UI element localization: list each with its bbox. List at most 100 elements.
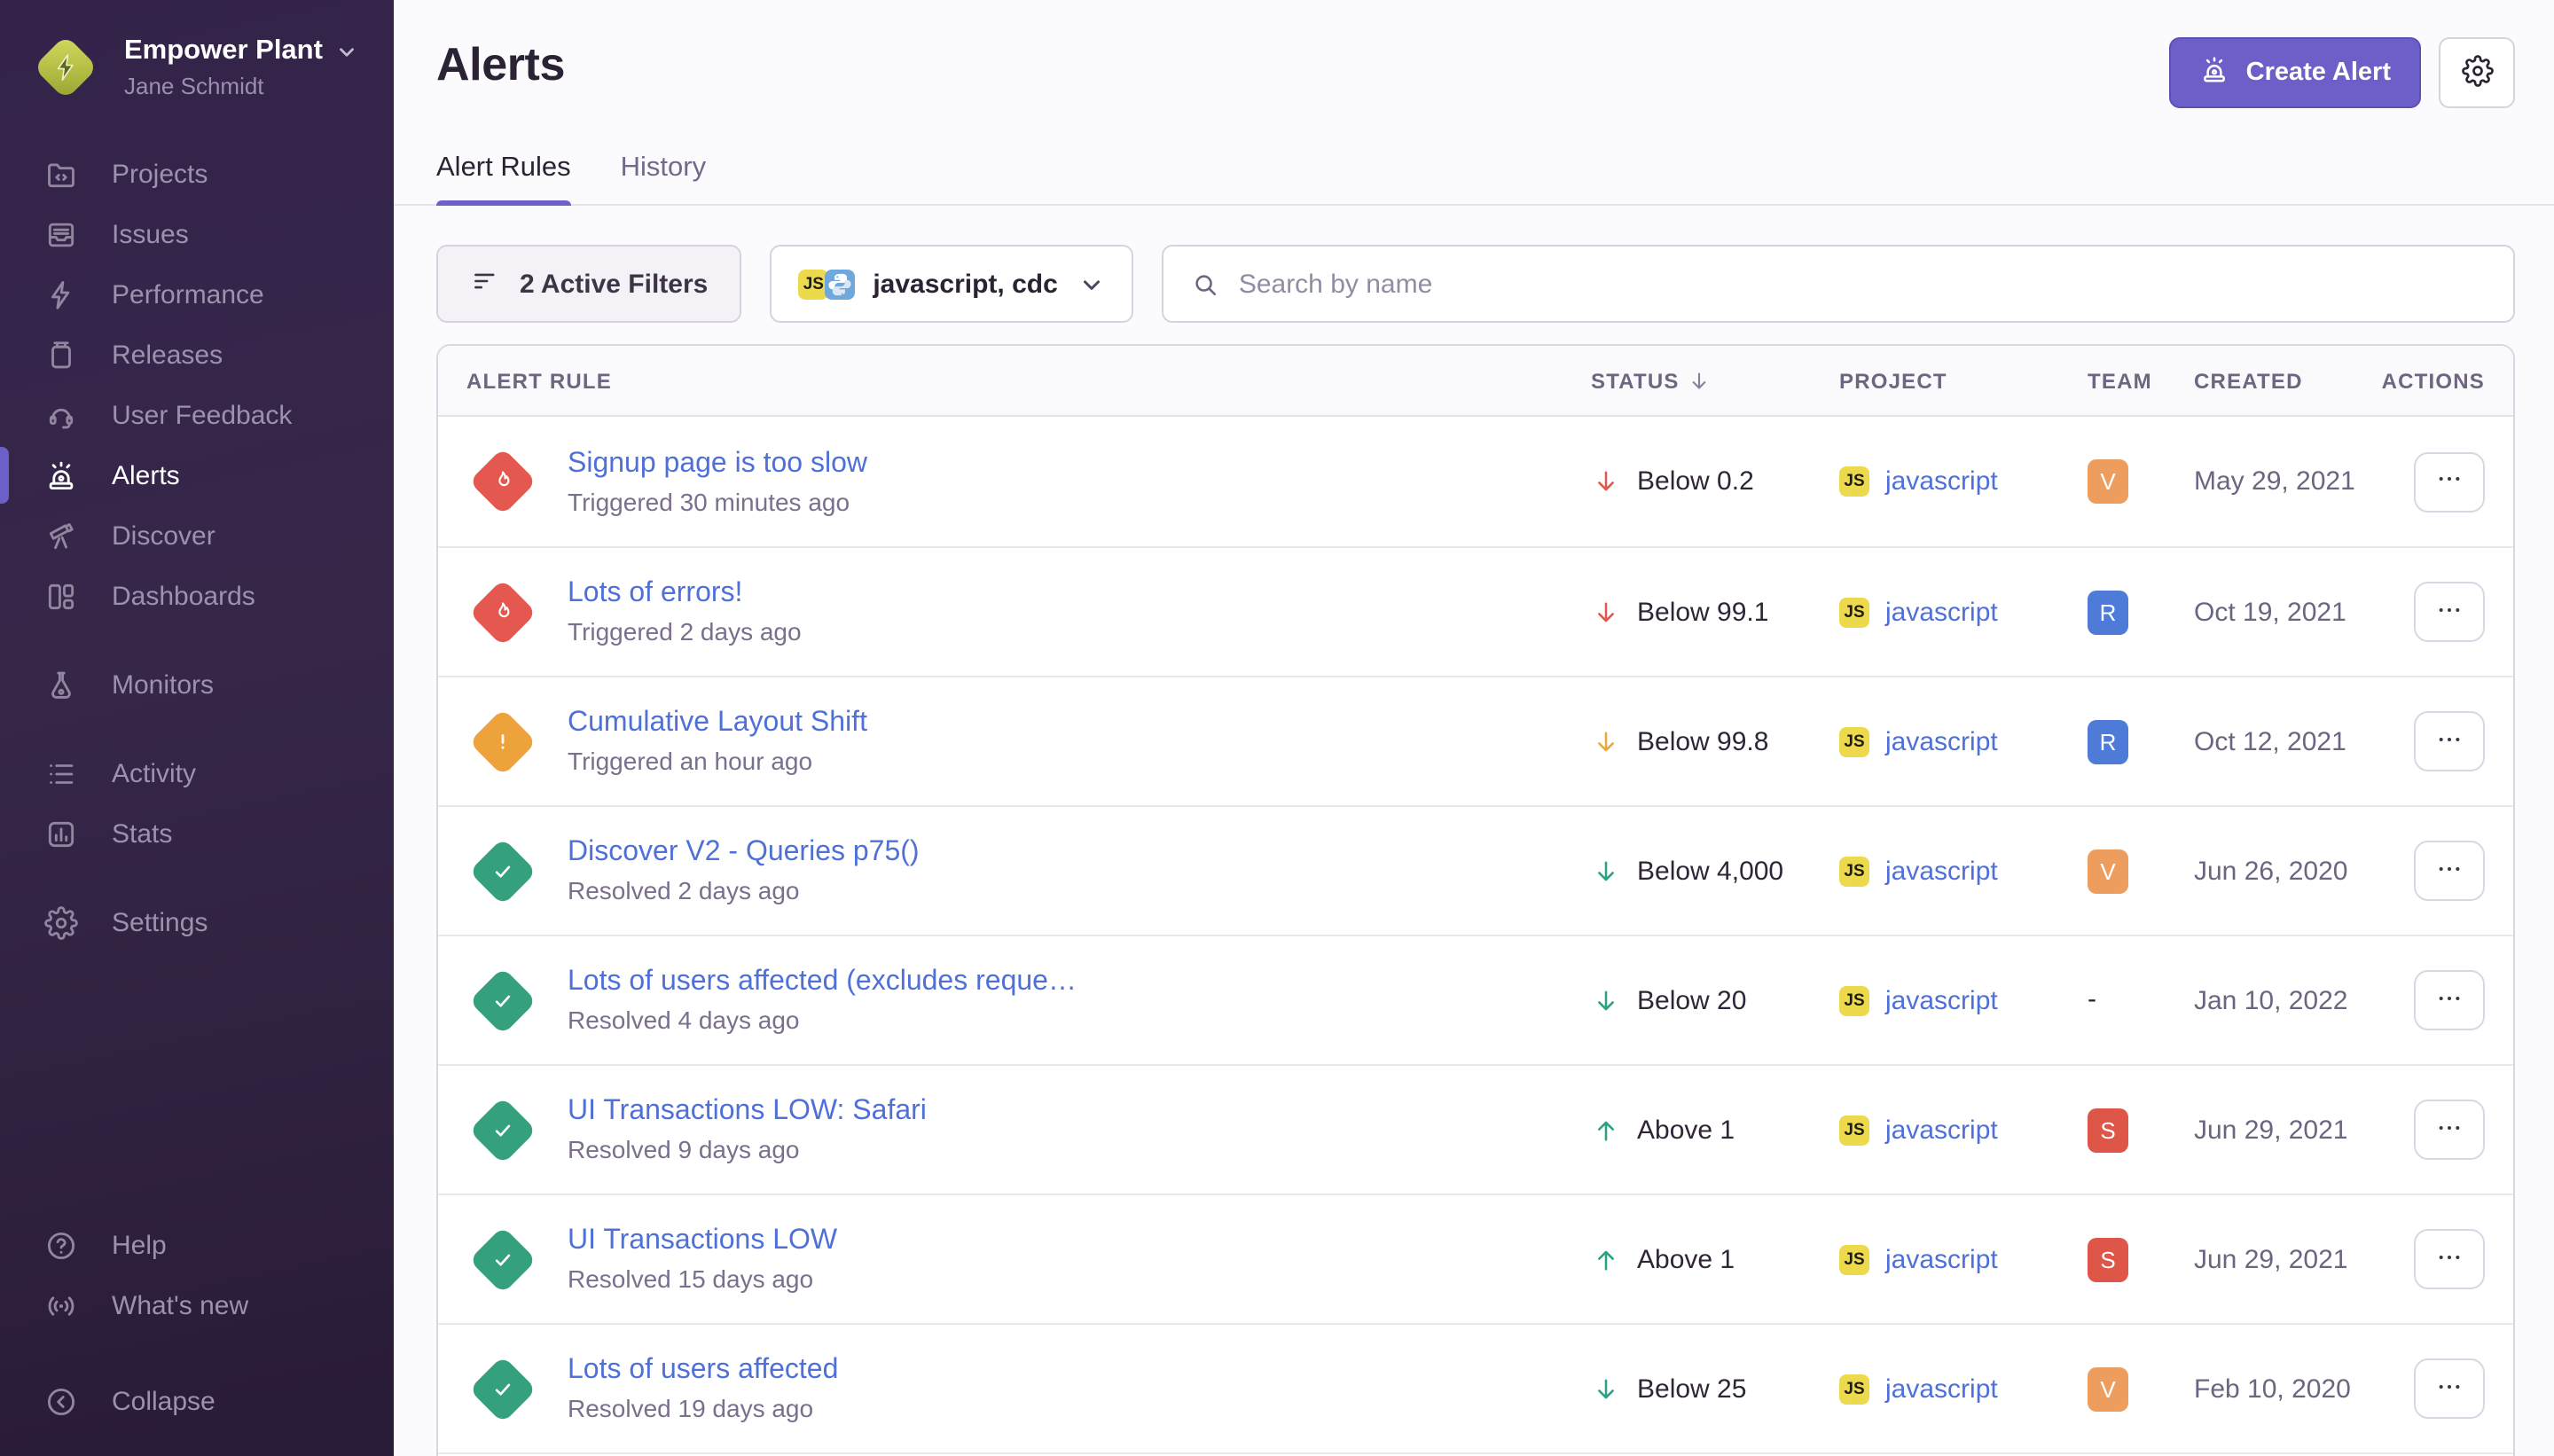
row-actions-button[interactable] [2414, 1229, 2485, 1289]
project-link[interactable]: javascript [1885, 726, 1998, 756]
team-avatar: V [2088, 459, 2128, 504]
page-header: Alerts Create Alert Alert RulesHistory [394, 0, 2554, 206]
project-link[interactable]: javascript [1885, 466, 1998, 497]
row-actions-button[interactable] [2414, 451, 2485, 512]
issues-icon [44, 217, 78, 251]
alert-rule-link[interactable]: Discover V2 - Queries p75() [568, 837, 920, 869]
alert-severity-critical-icon [466, 446, 537, 517]
javascript-platform-icon: JS [1839, 1115, 1869, 1145]
search-input[interactable] [1239, 247, 2487, 321]
alert-rule-link[interactable]: Lots of errors! [568, 578, 802, 610]
column-header-team: Team [2088, 368, 2194, 393]
sidebar-item-dashboards[interactable]: Dashboards [0, 566, 394, 626]
sidebar-item-stats[interactable]: Stats [0, 803, 394, 864]
sidebar-item-activity[interactable]: Activity [0, 743, 394, 803]
alert-rule-link[interactable]: Lots of users affected [568, 1355, 838, 1387]
row-actions-button[interactable] [2414, 970, 2485, 1030]
sidebar-item-issues[interactable]: Issues [0, 204, 394, 264]
alert-rule-link[interactable]: Cumulative Layout Shift [568, 708, 867, 740]
sidebar-item-help[interactable]: Help [0, 1215, 394, 1275]
created-date: Feb 10, 2020 [2194, 1374, 2407, 1404]
activity-icon [44, 756, 78, 790]
alerts-icon [44, 458, 78, 492]
table-row: UI Transactions LOW: Safari Resolved 9 d… [438, 1064, 2513, 1194]
column-header-status[interactable]: Status [1591, 368, 1839, 393]
create-alert-button[interactable]: Create Alert [2170, 37, 2421, 108]
sidebar-item-collapse[interactable]: Collapse [0, 1371, 394, 1431]
row-actions-button[interactable] [2414, 711, 2485, 771]
tab-bar: Alert Rules History [436, 153, 2515, 204]
ellipsis-icon [2435, 1372, 2464, 1405]
created-date: Oct 19, 2021 [2194, 597, 2407, 627]
sidebar-item-alerts[interactable]: Alerts [0, 445, 394, 505]
team-avatar: V [2088, 849, 2128, 893]
table-row: UI Transactions LOW Resolved 15 days ago… [438, 1194, 2513, 1323]
alerts-settings-button[interactable] [2439, 37, 2515, 108]
tab-alert-rules[interactable]: Alert Rules [436, 153, 571, 204]
row-actions-button[interactable] [2414, 841, 2485, 901]
trend-down-icon [1591, 1374, 1621, 1404]
sidebar-item-label: Stats [112, 818, 172, 849]
sidebar-item-monitors[interactable]: Monitors [0, 654, 394, 715]
alert-rule-link[interactable]: Lots of users affected (excludes reque… [568, 967, 1077, 998]
trend-up-icon [1591, 1115, 1621, 1145]
org-switcher[interactable]: Empower Plant Jane Schmidt [0, 35, 394, 99]
javascript-platform-icon: JS [1839, 856, 1869, 886]
alert-severity-resolved-icon [466, 1353, 537, 1424]
trend-down-icon [1591, 856, 1621, 886]
project-link[interactable]: javascript [1885, 1115, 1998, 1145]
sidebar-item-label: Alerts [112, 460, 180, 490]
active-filters-button[interactable]: 2 Active Filters [436, 245, 741, 323]
projects-icon [44, 157, 78, 191]
alert-severity-resolved-icon [466, 835, 537, 906]
sidebar-item-projects[interactable]: Projects [0, 144, 394, 204]
project-link[interactable]: javascript [1885, 1244, 1998, 1274]
alert-rule-link[interactable]: UI Transactions LOW [568, 1225, 837, 1257]
sidebar-item-discover[interactable]: Discover [0, 505, 394, 566]
javascript-platform-icon: JS [1839, 1374, 1869, 1404]
alert-rule-activity: Triggered 30 minutes ago [568, 487, 867, 515]
project-link[interactable]: javascript [1885, 1374, 1998, 1404]
table-row: Discover V2 - Queries p75() Resolved 2 d… [438, 805, 2513, 935]
project-link[interactable]: javascript [1885, 597, 1998, 627]
sidebar-item-label: Settings [112, 907, 208, 937]
trend-down-icon [1591, 466, 1621, 497]
table-row: Lots of users affected Resolved 19 days … [438, 1323, 2513, 1452]
project-link[interactable]: javascript [1885, 985, 1998, 1015]
sidebar-item-user-feedback[interactable]: User Feedback [0, 385, 394, 445]
alert-severity-resolved-icon [466, 965, 537, 1036]
releases-icon [44, 338, 78, 372]
row-actions-button[interactable] [2414, 1100, 2485, 1160]
status-threshold: Above 1 [1637, 1244, 1735, 1274]
alert-rule-link[interactable]: UI Transactions LOW: Safari [568, 1096, 927, 1128]
sidebar: Empower Plant Jane Schmidt ProjectsIssue… [0, 0, 394, 1456]
search-field [1163, 245, 2515, 323]
status-threshold: Below 25 [1637, 1374, 1746, 1404]
team-avatar: R [2088, 719, 2128, 763]
team-avatar: S [2088, 1237, 2128, 1281]
ellipsis-icon [2435, 595, 2464, 629]
alert-rule-link[interactable]: Signup page is too slow [568, 448, 867, 480]
tab-history[interactable]: History [621, 153, 706, 204]
sidebar-footer: HelpWhat's new Collapse [0, 1215, 394, 1431]
project-link[interactable]: javascript [1885, 856, 1998, 886]
row-actions-button[interactable] [2414, 1358, 2485, 1419]
project-filter-dropdown[interactable]: JS javascript, cdc [770, 245, 1133, 323]
sidebar-item-what-s-new[interactable]: What's new [0, 1275, 394, 1335]
created-date: Jun 29, 2021 [2194, 1115, 2407, 1145]
table-row: Signup page is too slow Triggered 30 min… [438, 417, 2513, 546]
sidebar-item-releases[interactable]: Releases [0, 325, 394, 385]
whats-new-icon [44, 1288, 78, 1322]
org-logo-icon [33, 35, 98, 100]
alert-rule-activity: Resolved 4 days ago [568, 1006, 1077, 1034]
team-none: - [2088, 984, 2096, 1014]
sidebar-item-settings[interactable]: Settings [0, 892, 394, 952]
table-row-partial [438, 1452, 2513, 1456]
alert-rule-activity: Resolved 15 days ago [568, 1264, 837, 1293]
table-row: Lots of errors! Triggered 2 days ago Bel… [438, 546, 2513, 676]
sidebar-item-performance[interactable]: Performance [0, 264, 394, 325]
row-actions-button[interactable] [2414, 582, 2485, 642]
trend-down-icon [1591, 985, 1621, 1015]
status-threshold: Below 99.8 [1637, 726, 1768, 756]
created-date: Jun 26, 2020 [2194, 856, 2407, 886]
